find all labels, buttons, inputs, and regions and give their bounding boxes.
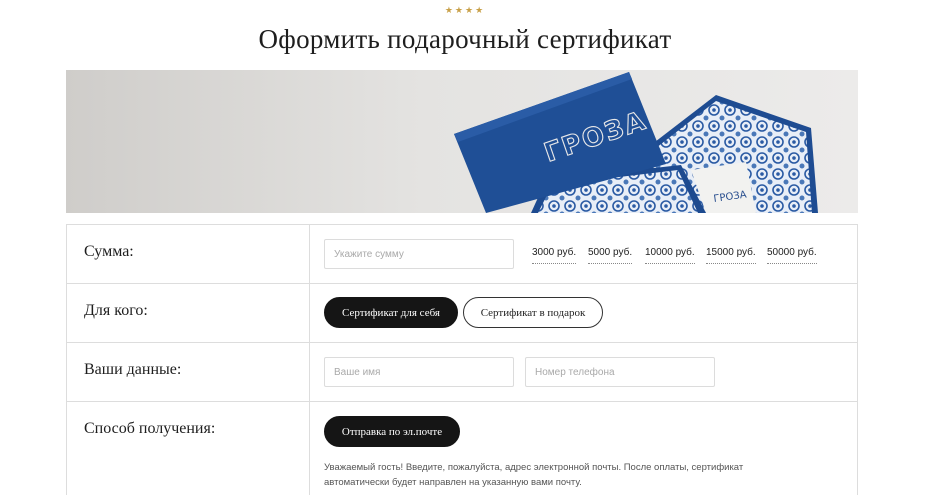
amount-option-3000[interactable]: 3000 руб. (532, 247, 577, 264)
rating-stars: ★★★★ (444, 5, 486, 15)
details-row: Ваши данные: (67, 342, 857, 401)
delivery-label: Способ получения: (67, 402, 310, 495)
amount-option-10000[interactable]: 10000 руб. (645, 247, 695, 264)
amount-option-50000[interactable]: 50000 руб. (767, 247, 817, 264)
recipient-row: Для кого: Сертификат для себя Сертификат… (67, 283, 857, 342)
certificate-as-gift-button[interactable]: Сертификат в подарок (463, 297, 603, 328)
amount-option-15000[interactable]: 15000 руб. (706, 247, 756, 264)
amount-label: Сумма: (67, 225, 310, 283)
amount-option-5000[interactable]: 5000 руб. (588, 247, 633, 264)
certificate-form: Сумма: 3000 руб. 5000 руб. 10000 руб. 15… (66, 224, 858, 495)
send-by-email-button[interactable]: Отправка по эл.почте (324, 416, 460, 447)
phone-input[interactable] (525, 357, 715, 387)
recipient-label: Для кого: (67, 284, 310, 342)
page-title: Оформить подарочный сертификат (258, 24, 672, 54)
amount-row: Сумма: 3000 руб. 5000 руб. 10000 руб. 15… (67, 224, 857, 283)
banner-image: ГРОЗА ГРОЗА (66, 70, 858, 213)
amount-input[interactable] (324, 239, 514, 269)
certificate-for-self-button[interactable]: Сертификат для себя (324, 297, 458, 328)
delivery-row: Способ получения: Отправка по эл.почте У… (67, 401, 857, 495)
delivery-hint: Уважаемый гость! Введите, пожалуйста, ад… (324, 462, 744, 488)
details-label: Ваши данные: (67, 343, 310, 401)
name-input[interactable] (324, 357, 514, 387)
